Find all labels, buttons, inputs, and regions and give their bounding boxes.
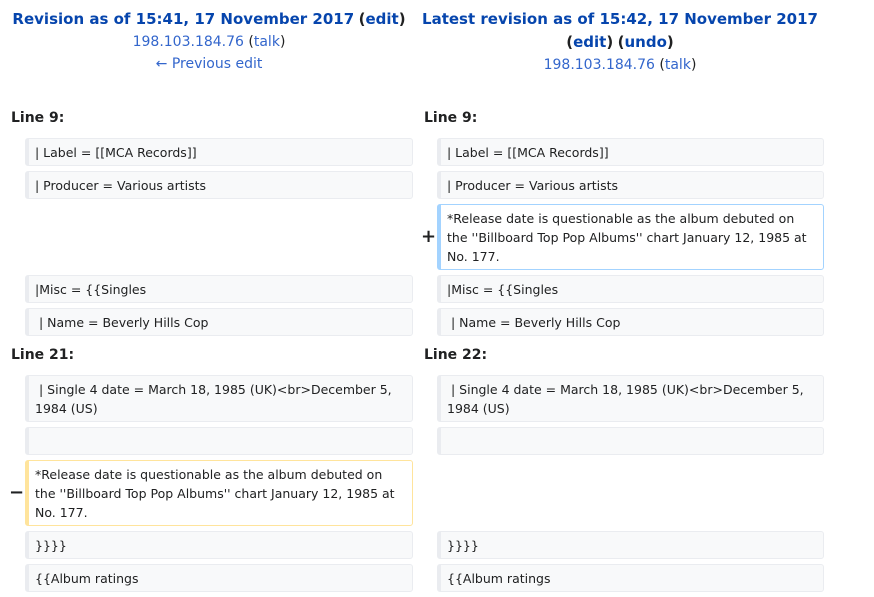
previous-edit-link[interactable]: ← Previous edit <box>156 56 263 72</box>
diff-context-right <box>437 427 824 455</box>
right-revision-title-link[interactable]: Latest revision as of 15:42, 17 November… <box>422 10 818 28</box>
diff-context-right: {{Album ratings <box>437 564 824 592</box>
left-talk-link[interactable]: talk <box>254 34 280 50</box>
left-line-number: Line 21: <box>11 347 75 363</box>
diff-context-left: |Misc = {{Singles <box>25 275 413 303</box>
diff-context-left: | Producer = Various artists <box>25 171 413 199</box>
diff-context-left: | Label = [[MCA Records]] <box>25 138 413 166</box>
left-revision-header: Revision as of 15:41, 17 November 2017 (… <box>12 10 406 72</box>
right-line-number: Line 22: <box>424 347 488 363</box>
diff-deleted-line: *Release date is questionable as the alb… <box>25 460 413 526</box>
diff-context-right: | Label = [[MCA Records]] <box>437 138 824 166</box>
diff-context-right: | Single 4 date = March 18, 1985 (UK)<br… <box>437 375 824 422</box>
diff-context-left: | Single 4 date = March 18, 1985 (UK)<br… <box>25 375 413 422</box>
diff-context-right: | Producer = Various artists <box>437 171 824 199</box>
added-marker: + <box>421 226 437 247</box>
undo-link[interactable]: undo <box>625 33 667 51</box>
left-revision-title-link[interactable]: Revision as of 15:41, 17 November 2017 <box>12 10 354 28</box>
right-line-number: Line 9: <box>424 110 478 126</box>
diff-context-right: | Name = Beverly Hills Cop <box>437 308 824 336</box>
deleted-marker: − <box>9 482 25 503</box>
diff-context-right: }}}} <box>437 531 824 559</box>
right-revision-header: Latest revision as of 15:42, 17 November… <box>422 10 818 73</box>
diff-context-left: | Name = Beverly Hills Cop <box>25 308 413 336</box>
diff-context-left <box>25 427 413 455</box>
diff-context-right: |Misc = {{Singles <box>437 275 824 303</box>
right-edit-link[interactable]: edit <box>573 33 606 51</box>
diff-added-line: *Release date is questionable as the alb… <box>437 204 824 270</box>
left-edit-link[interactable]: edit <box>365 10 398 28</box>
diff-context-left: }}}} <box>25 531 413 559</box>
left-user-link[interactable]: 198.103.184.76 <box>133 34 244 50</box>
diff-context-left: {{Album ratings <box>25 564 413 592</box>
right-talk-link[interactable]: talk <box>665 57 691 73</box>
left-line-number: Line 9: <box>11 110 65 126</box>
right-user-link[interactable]: 198.103.184.76 <box>544 57 655 73</box>
